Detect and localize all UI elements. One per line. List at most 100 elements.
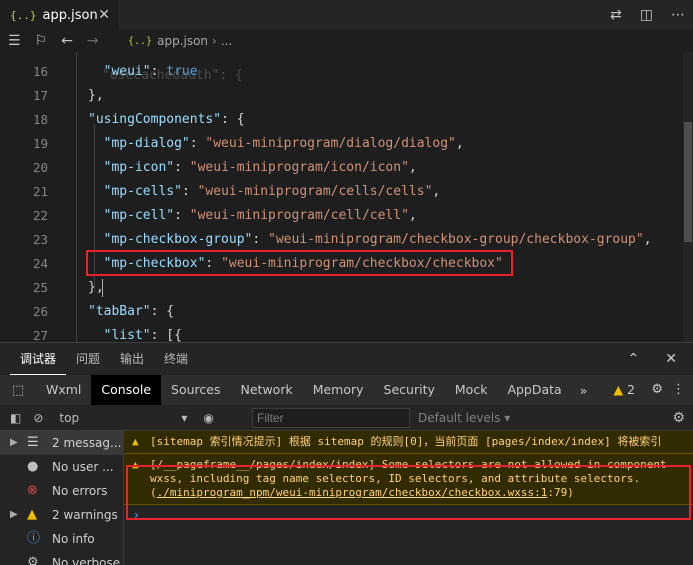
code-token: "mp-checkbox-group"	[103, 232, 253, 247]
code-token: "weui-miniprogram/dialog/dialog"	[205, 136, 456, 151]
tab-app-json[interactable]: {..} app.json ✕	[0, 0, 118, 30]
console-sidebar: ▶ ☰ 2 messag... ● No user ... ⊗ No error…	[0, 431, 124, 565]
code-token: ,	[455, 136, 464, 151]
editor-scrollbar[interactable]	[683, 52, 693, 342]
close-icon[interactable]: ✕	[665, 351, 677, 367]
tab-memory[interactable]: Memory	[303, 375, 374, 405]
info-icon: ⓘ	[27, 531, 41, 546]
tab-sources[interactable]: Sources	[161, 375, 230, 405]
line-number: 22	[32, 208, 48, 223]
list-icon: ☰	[27, 435, 39, 450]
kebab-menu-icon[interactable]: ⋮	[672, 375, 685, 405]
sidebar-item-label: 2 messag...	[52, 436, 122, 450]
forward-arrow-icon[interactable]: →	[87, 34, 99, 48]
filter-input[interactable]	[252, 408, 410, 428]
clear-console-icon[interactable]: ⊘	[33, 411, 43, 425]
code-text: "mp-icon": "weui-miniprogram/icon/icon",	[88, 156, 417, 180]
code-token: "mp-cells"	[103, 184, 182, 199]
console-output[interactable]: ▲ [sitemap 索引情况提示] 根据 sitemap 的规则[0]，当前页…	[124, 431, 693, 565]
sidebar-item-info[interactable]: ⓘ No info	[0, 527, 123, 551]
breadcrumb-separator: ›	[212, 34, 217, 48]
bookmark-icon[interactable]: ⚐	[35, 34, 48, 48]
scrollbar-thumb[interactable]	[684, 122, 692, 242]
code-token: "weui-miniprogram/icon/icon"	[189, 160, 409, 175]
console-settings-icon[interactable]: ⚙	[672, 410, 685, 426]
sidebar-item-label: No errors	[52, 484, 108, 498]
code-token: "weui-miniprogram/cell/cell"	[189, 208, 409, 223]
sidebar-item-warnings[interactable]: ▶ ▲ 2 warnings	[0, 503, 123, 527]
warning-count: 2	[627, 382, 635, 397]
sidebar-item-label: No user ...	[52, 460, 114, 474]
code-line: 17},	[0, 84, 693, 108]
tab-debugger[interactable]: 调试器	[10, 343, 67, 375]
chevron-up-icon[interactable]: ⌃	[628, 351, 640, 367]
message-text: [sitemap 索引情况提示] 根据 sitemap 的规则[0]，当前页面 …	[150, 435, 662, 448]
json-file-icon: {..}	[10, 8, 37, 22]
list-view-icon[interactable]: ☰	[8, 34, 21, 48]
tab-appdata[interactable]: AppData	[497, 375, 571, 405]
inspect-element-icon[interactable]: ⬚	[0, 383, 36, 398]
sidebar-item-verbose[interactable]: ⚙ No verbose	[0, 551, 123, 565]
context-selector[interactable]: top ▾	[59, 411, 187, 425]
code-text: "list": [{	[88, 324, 182, 342]
code-token: "tabBar"	[88, 304, 151, 319]
code-token: : {	[221, 112, 245, 127]
tab-network[interactable]: Network	[231, 375, 303, 405]
code-line: 23 "mp-checkbox-group": "weui-miniprogra…	[0, 228, 693, 252]
back-arrow-icon[interactable]: ←	[61, 34, 73, 48]
chevron-down-icon: ▾	[181, 410, 188, 425]
breadcrumb-file[interactable]: app.json	[157, 34, 208, 48]
more-actions-icon[interactable]: ⋯	[671, 8, 685, 22]
tab-wxml[interactable]: Wxml	[36, 375, 91, 405]
tab-security[interactable]: Security	[374, 375, 445, 405]
sidebar-item-label: No info	[52, 532, 95, 546]
code-text: "mp-dialog": "weui-miniprogram/dialog/di…	[88, 132, 464, 156]
sidebar-item-messages[interactable]: ▶ ☰ 2 messag...	[0, 431, 123, 455]
verbose-icon: ⚙	[27, 555, 39, 565]
split-editor-icon[interactable]: ◫	[640, 8, 653, 22]
more-tabs-icon[interactable]: »	[572, 383, 596, 398]
panel-controls: ⌃ ✕	[628, 343, 677, 375]
sidebar-item-errors[interactable]: ⊗ No errors	[0, 479, 123, 503]
tab-output[interactable]: 输出	[110, 343, 154, 375]
warning-icon: ▲	[132, 435, 139, 448]
warning-icon: ▲	[27, 507, 37, 522]
breadcrumb-tail[interactable]: ...	[221, 34, 232, 48]
sidebar-item-label: No verbose	[52, 556, 121, 565]
expand-caret-icon[interactable]: ▶	[10, 431, 18, 455]
code-text: "tabBar": {	[88, 300, 174, 324]
settings-gear-icon[interactable]: ⚙	[651, 375, 663, 405]
expand-caret-icon[interactable]: ▶	[10, 503, 18, 527]
line-number: 18	[32, 112, 48, 127]
code-token: ,	[432, 184, 441, 199]
code-line: 26 "tabBar": {	[0, 300, 693, 324]
context-label: top	[59, 410, 80, 425]
editor-tab-strip: {..} app.json ✕ ⇄ ◫ ⋯	[0, 0, 693, 30]
tab-console[interactable]: Console	[91, 375, 162, 405]
tab-terminal[interactable]: 终端	[154, 343, 198, 375]
sidebar-item-user-messages[interactable]: ● No user ...	[0, 455, 123, 479]
editor-nav: ☰ ⚐ ← →	[0, 34, 128, 48]
code-token: ,	[643, 232, 652, 247]
code-token: "usingComponents"	[88, 112, 222, 127]
log-levels-dropdown[interactable]: Default levels ▾	[418, 405, 510, 431]
close-icon[interactable]: ✕	[98, 7, 110, 23]
sidebar-toggle-icon[interactable]: ◧	[10, 411, 21, 425]
compare-changes-icon[interactable]: ⇄	[610, 8, 622, 22]
console-warning-message[interactable]: ▲ [sitemap 索引情况提示] 根据 sitemap 的规则[0]，当前页…	[124, 431, 693, 454]
highlight-annotation	[126, 465, 691, 520]
warning-count-badge[interactable]: ▲ 2	[613, 375, 635, 405]
code-token: :	[174, 160, 190, 175]
tab-problems[interactable]: 问题	[66, 343, 110, 375]
debug-panel: 调试器 问题 输出 终端 ⌃ ✕ ⬚ Wxml Console Sources …	[0, 342, 693, 565]
user-icon: ●	[27, 459, 39, 474]
tab-mock[interactable]: Mock	[445, 375, 498, 405]
live-expression-eye-icon[interactable]: ◉	[203, 411, 213, 425]
highlight-annotation	[86, 250, 513, 276]
code-editor[interactable]: "usecachedauth": { 16 "weui": true 17}, 18…	[0, 52, 693, 342]
line-number: 27	[32, 328, 48, 342]
